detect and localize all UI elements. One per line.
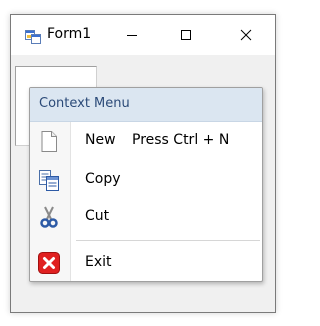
context-menu: Context Menu New Press Ctrl + N Copy Cut… [29, 87, 263, 282]
minimize-button[interactable] [109, 15, 155, 55]
menu-item-cut-label: Cut [85, 208, 110, 224]
menu-item-exit-label: Exit [85, 254, 112, 270]
menu-item-cut[interactable]: Cut [30, 199, 262, 233]
menu-item-exit[interactable]: Exit [30, 245, 262, 279]
maximize-icon [181, 30, 191, 40]
context-menu-title: Context Menu [39, 96, 130, 111]
exit-icon [37, 251, 61, 275]
menu-item-copy[interactable]: Copy [30, 162, 262, 196]
menu-item-new-label: New [85, 132, 116, 148]
menu-separator [76, 240, 260, 241]
close-button[interactable] [223, 15, 269, 55]
maximize-button[interactable] [163, 15, 209, 55]
window-title: Form1 [47, 26, 92, 42]
menu-item-new[interactable]: New Press Ctrl + N [30, 123, 262, 157]
title-bar[interactable]: Form1 [11, 15, 275, 55]
app-icon [25, 28, 41, 44]
cut-scissors-icon [37, 205, 61, 229]
menu-item-copy-label: Copy [85, 171, 121, 187]
minimize-icon [127, 35, 137, 36]
close-icon [240, 29, 252, 41]
menu-item-new-shortcut: Press Ctrl + N [132, 132, 230, 148]
new-document-icon [37, 129, 61, 153]
copy-icon [37, 168, 61, 192]
context-menu-header: Context Menu [30, 88, 262, 122]
